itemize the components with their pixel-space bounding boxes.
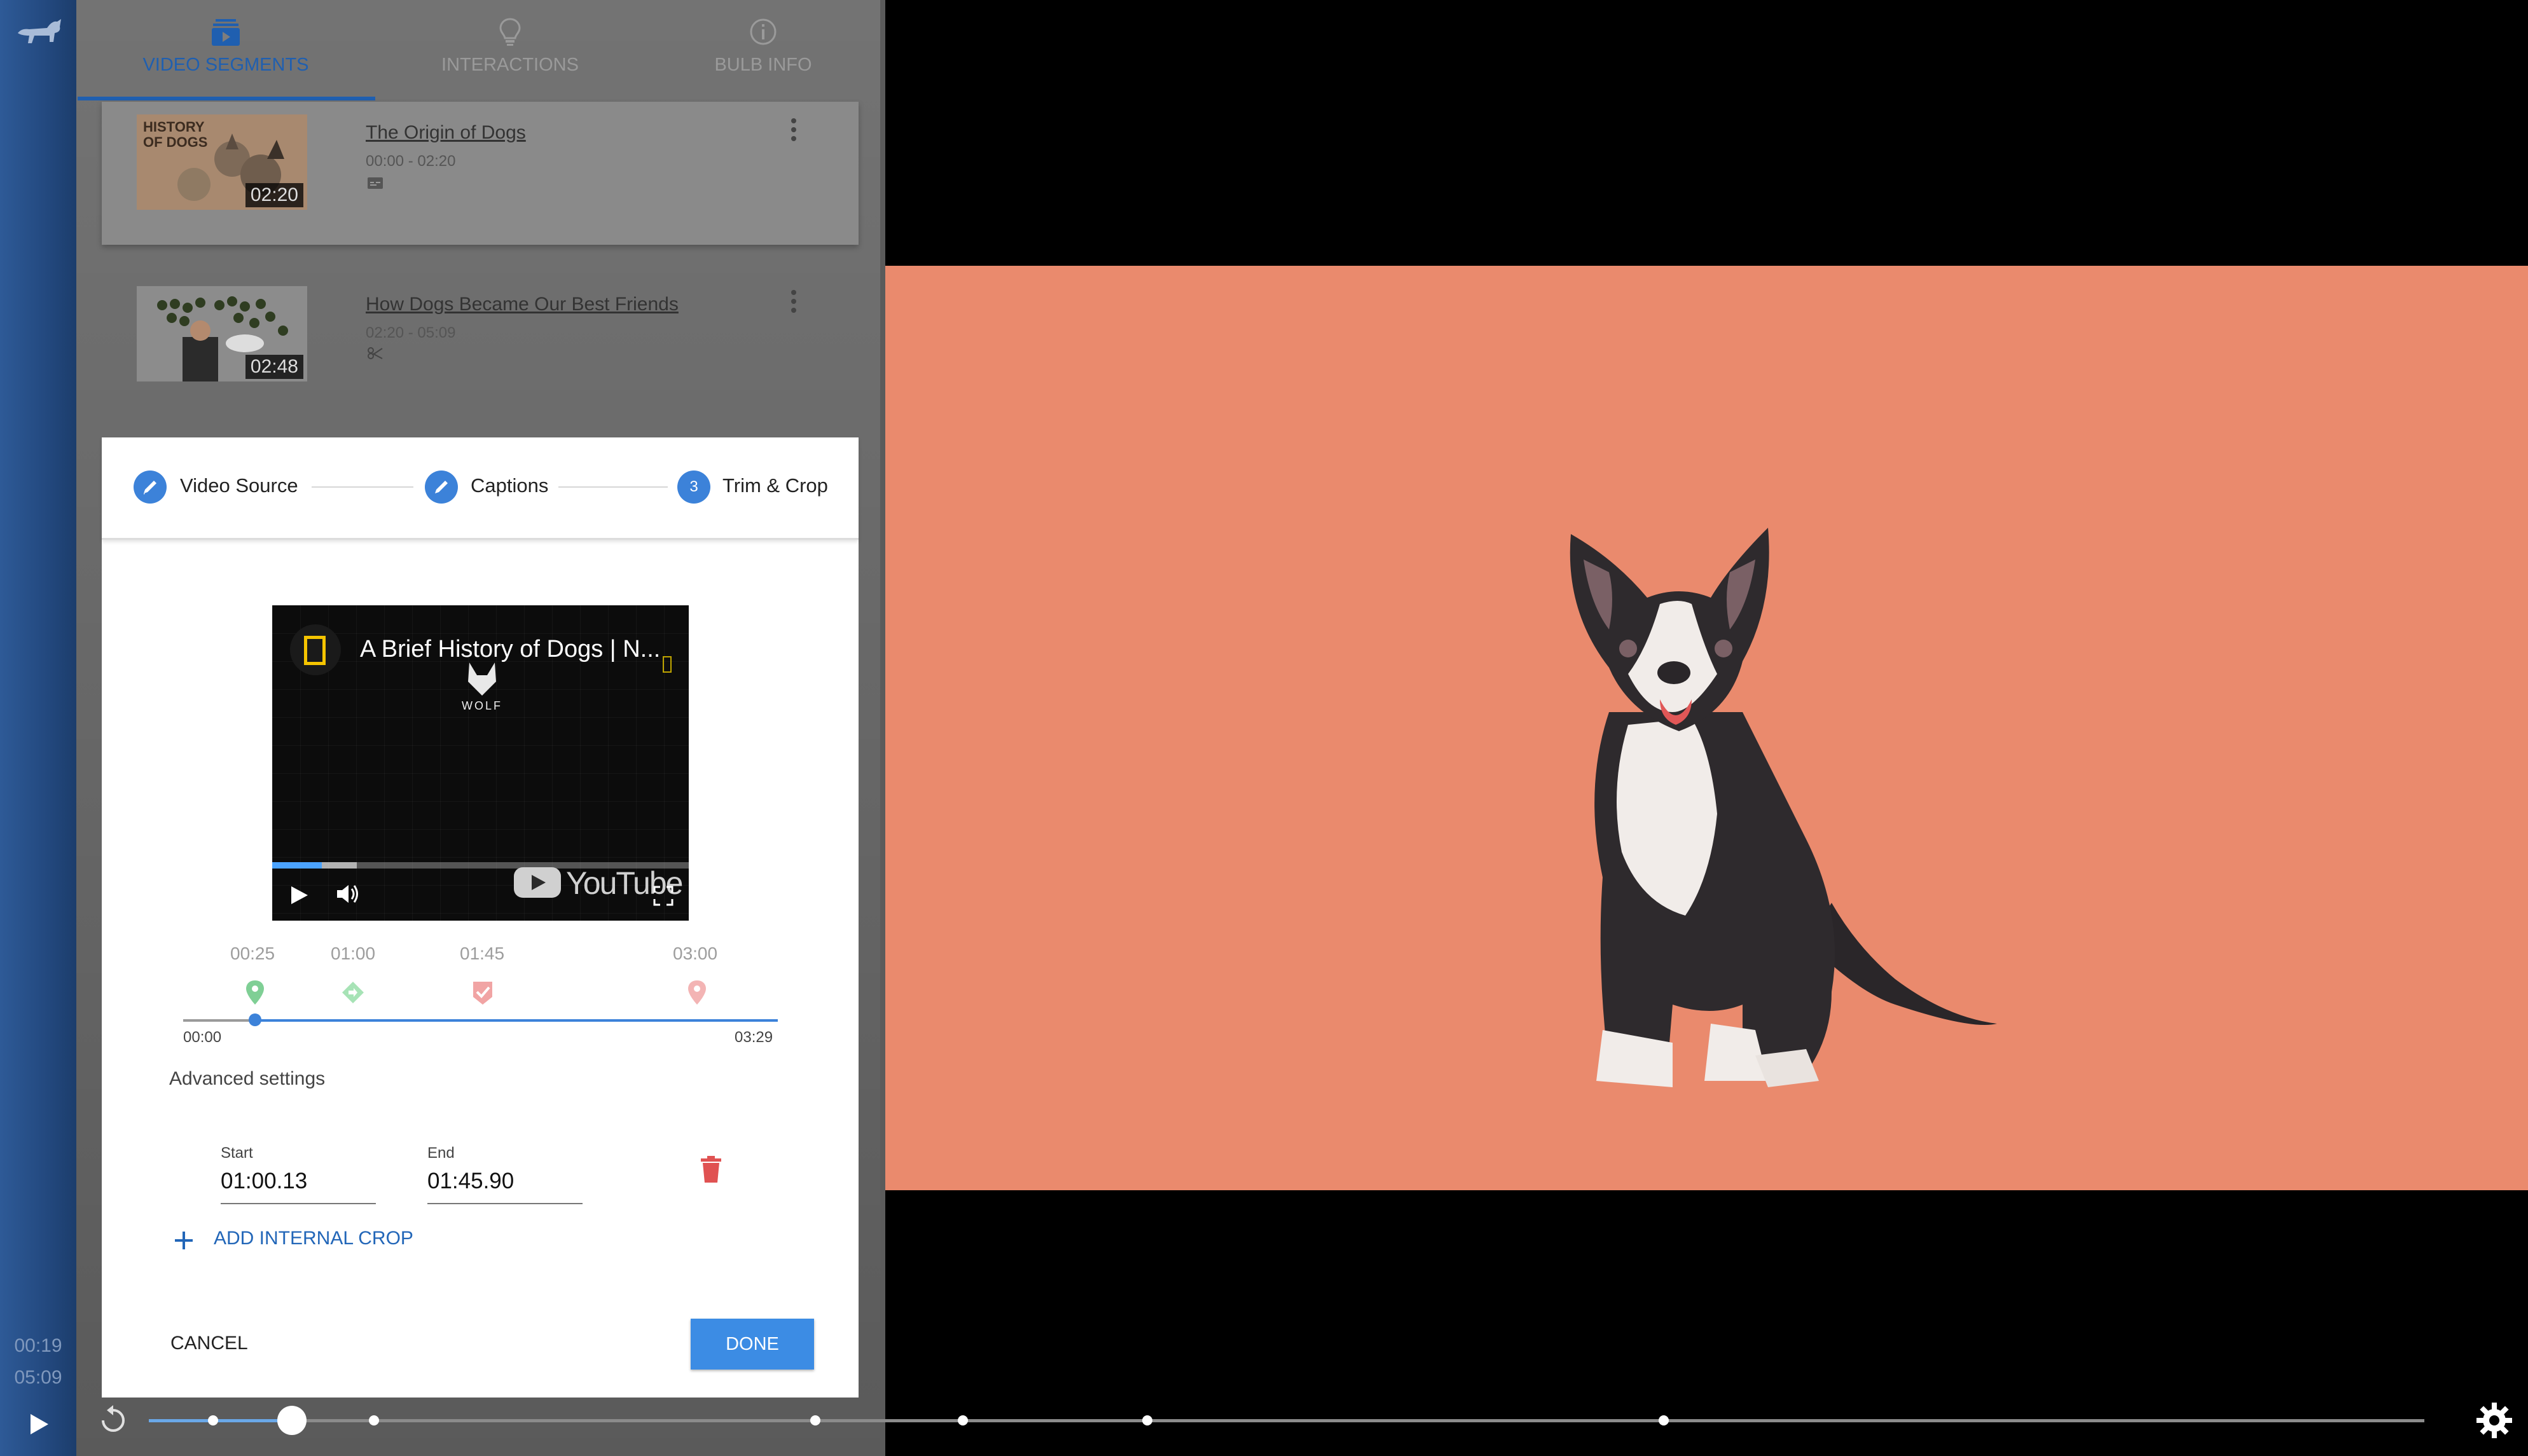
segment-marker-dot[interactable]	[369, 1415, 379, 1425]
advanced-settings-heading[interactable]: Advanced settings	[169, 1068, 325, 1090]
more-options-icon[interactable]	[789, 287, 799, 318]
step-label[interactable]: Trim & Crop	[722, 474, 828, 497]
natgeo-corner-icon	[663, 656, 672, 673]
step-label[interactable]: Video Source	[180, 474, 298, 497]
marker-time: 01:45	[460, 944, 505, 963]
tab-bulb-info[interactable]: BULB INFO	[630, 0, 897, 100]
segment-title[interactable]: How Dogs Became Our Best Friends	[366, 294, 679, 315]
marker-time: 01:00	[331, 944, 376, 963]
channel-logo[interactable]	[290, 624, 341, 675]
add-internal-crop-button[interactable]: ADD INTERNAL CROP	[214, 1228, 413, 1249]
player-progress-buffer	[322, 862, 357, 869]
tab-video-segments[interactable]: VIDEO SEGMENTS	[92, 0, 359, 100]
tab-interactions[interactable]: INTERACTIONS	[376, 0, 644, 100]
segment-thumbnail[interactable]: 02:48	[137, 286, 307, 381]
player-progress-fill	[272, 862, 322, 869]
shield-check-icon[interactable]	[469, 978, 496, 1008]
current-time: 00:19	[14, 1335, 62, 1356]
step-connector	[312, 486, 413, 488]
step-video-source[interactable]	[134, 470, 167, 504]
segment-time-range: 00:00 - 02:20	[366, 153, 456, 170]
dog-logo-icon[interactable]	[15, 14, 64, 47]
end-label: End	[427, 1144, 455, 1162]
step-number[interactable]: 3	[677, 470, 710, 504]
done-button[interactable]: DONE	[691, 1319, 814, 1370]
panel-divider[interactable]	[880, 0, 885, 1456]
end-input[interactable]: 01:45.90	[427, 1169, 514, 1194]
youtube-logo[interactable]: YouTube	[513, 860, 683, 904]
segment-thumbnail[interactable]: HISTORY OF DOGS 02:20	[137, 114, 307, 210]
start-label: Start	[221, 1144, 253, 1162]
segment-marker-dot[interactable]	[1142, 1415, 1152, 1425]
segment-card[interactable]: HISTORY OF DOGS 02:20 The Origin of Dogs…	[102, 102, 859, 245]
natgeo-logo-icon	[304, 636, 326, 665]
trim-crop-dialog: Video Source Captions 3 Trim & Crop A Br…	[102, 437, 859, 1398]
location-pin-icon[interactable]	[242, 978, 268, 1008]
cancel-button[interactable]: CANCEL	[170, 1333, 248, 1354]
side-rail	[0, 0, 76, 1456]
captions-icon	[368, 177, 383, 189]
segment-marker-dot[interactable]	[208, 1415, 218, 1425]
settings-gear-icon[interactable]	[2474, 1400, 2515, 1441]
trim-track-range	[254, 1019, 778, 1022]
segment-marker-dot[interactable]	[810, 1415, 820, 1425]
stepper: Video Source Captions 3 Trim & Crop	[102, 437, 859, 540]
segment-marker-dot[interactable]	[958, 1415, 968, 1425]
step-captions[interactable]	[425, 470, 458, 504]
tab-label: VIDEO SEGMENTS	[142, 55, 309, 75]
segment-duration: 02:48	[245, 355, 303, 379]
segment-title[interactable]: The Origin of Dogs	[366, 122, 526, 144]
direction-sign-icon[interactable]	[340, 978, 366, 1008]
video-library-icon	[212, 19, 240, 46]
step-label[interactable]: Captions	[471, 474, 548, 497]
play-icon[interactable]	[19, 1405, 57, 1443]
marker-time: 03:00	[673, 944, 718, 963]
start-input-underline	[221, 1203, 376, 1204]
youtube-play-logo-icon	[514, 867, 561, 898]
start-input[interactable]: 01:00.13	[221, 1169, 307, 1194]
thumbnail-title: HISTORY OF DOGS	[143, 119, 208, 150]
total-time: 05:09	[14, 1367, 62, 1388]
more-options-icon[interactable]	[789, 116, 799, 146]
seek-handle[interactable]	[277, 1406, 307, 1435]
timeline-end: 03:29	[735, 1029, 773, 1046]
segment-card[interactable]: 02:48 How Dogs Became Our Best Friends 0…	[102, 273, 859, 416]
player-play-icon[interactable]	[287, 883, 310, 908]
lightbulb-icon	[499, 18, 521, 46]
youtube-player[interactable]: A Brief History of Dogs | N... WOLF YouT…	[272, 605, 689, 921]
timeline-start: 00:00	[183, 1029, 222, 1046]
replay-icon[interactable]	[95, 1403, 131, 1438]
end-input-underline	[427, 1203, 583, 1204]
edit-pencil-icon	[144, 481, 156, 495]
location-pin-icon[interactable]	[684, 978, 710, 1008]
edit-pencil-icon	[435, 481, 448, 493]
tab-underline	[78, 97, 375, 100]
segment-duration: 02:20	[245, 183, 303, 207]
marker-time: 00:25	[230, 944, 275, 963]
fullscreen-icon[interactable]	[653, 885, 674, 907]
watermark-label: WOLF	[462, 699, 502, 712]
volume-icon[interactable]	[333, 880, 361, 908]
tab-label: BULB INFO	[714, 55, 812, 75]
player-video-title[interactable]: A Brief History of Dogs | N...	[360, 636, 660, 663]
segment-marker-dot[interactable]	[1659, 1415, 1669, 1425]
dog-illustration	[1570, 528, 1997, 1087]
seek-bar-progress	[149, 1419, 293, 1422]
plus-icon[interactable]	[173, 1230, 195, 1251]
seek-bar[interactable]	[149, 1419, 2424, 1422]
step-connector	[558, 486, 668, 488]
info-icon	[750, 18, 777, 45]
delete-trash-icon[interactable]	[698, 1155, 724, 1184]
scissors-icon	[368, 347, 383, 359]
segment-time-range: 02:20 - 05:09	[366, 324, 456, 341]
tab-label: INTERACTIONS	[441, 55, 579, 75]
trim-handle[interactable]	[249, 1013, 261, 1026]
